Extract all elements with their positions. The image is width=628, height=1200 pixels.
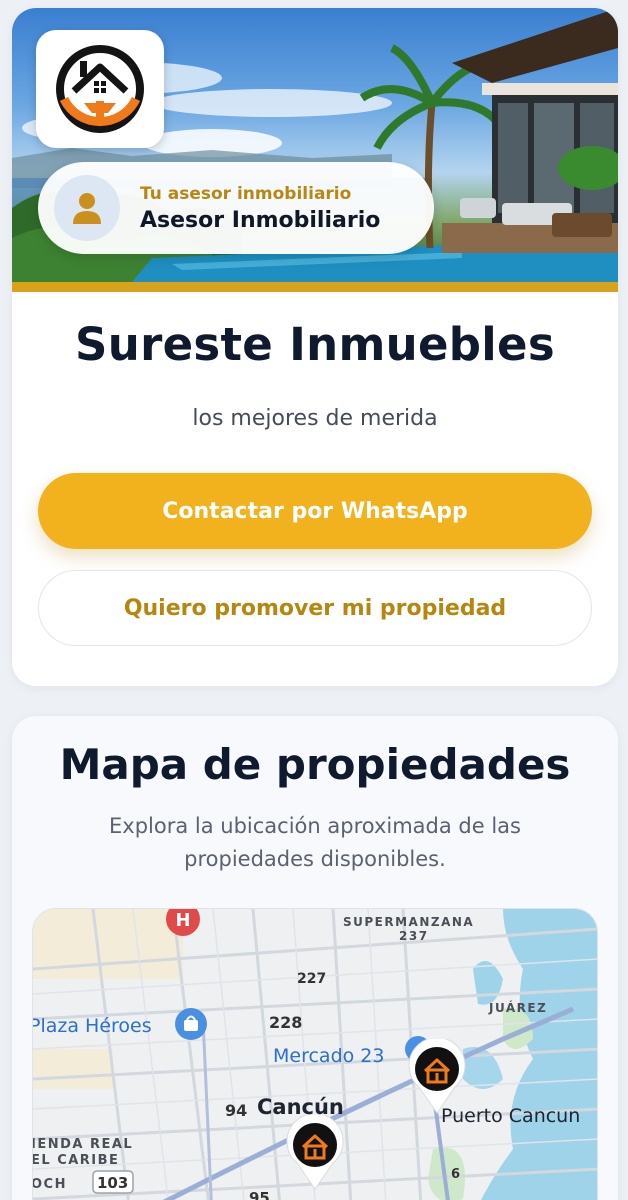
map-label-94: 94 — [225, 1101, 248, 1120]
map-section-title: Mapa de propiedades — [59, 740, 571, 789]
house-logo-icon — [56, 45, 144, 133]
property-pin[interactable] — [407, 1039, 467, 1115]
property-map[interactable]: H SUPERMANZANA 237 227 JUÁREZ Plaza Héro… — [32, 908, 598, 1200]
advisor-subtitle: Tu asesor inmobiliario — [140, 183, 352, 204]
property-pin[interactable] — [285, 1115, 345, 1191]
map-label-el-caribe: EL CARIBE — [32, 1153, 120, 1168]
map-label-supermanzana: SUPERMANZANA — [343, 915, 475, 929]
map-label-103: 103 — [97, 1174, 129, 1192]
person-icon — [73, 193, 101, 224]
map-section-description: Explora la ubicación aproximada de las p… — [109, 814, 521, 871]
map-label-sm-237: 237 — [399, 929, 429, 943]
map-label-och: OCH — [32, 1177, 67, 1192]
house-pin-icon — [408, 1039, 466, 1114]
cover-accent-stripe — [12, 282, 618, 292]
map-label-6: 6 — [451, 1167, 461, 1182]
map-label-mercado-23: Mercado 23 — [273, 1045, 385, 1067]
map-label-juarez: JUÁREZ — [489, 1001, 548, 1015]
whatsapp-contact-button[interactable]: Contactar por WhatsApp — [38, 473, 592, 549]
company-logo — [36, 30, 164, 148]
map-label-95: 95 — [249, 1189, 270, 1200]
map-label-plaza-heroes: Plaza Héroes — [32, 1015, 152, 1037]
advisor-name: Asesor Inmobiliario — [140, 207, 381, 233]
map-label-hacienda-real: IENDA REAL — [32, 1137, 134, 1152]
page-tagline: los mejores de merida — [192, 406, 438, 431]
map-label-228: 228 — [269, 1013, 303, 1032]
house-pin-icon — [286, 1115, 344, 1190]
page-title: Sureste Inmuebles — [75, 318, 555, 371]
avatar — [54, 175, 120, 241]
profile-card: Tu asesor inmobiliario Asesor Inmobiliar… — [12, 8, 618, 686]
promote-property-button[interactable]: Quiero promover mi propiedad — [38, 570, 592, 646]
hospital-marker-label: H — [175, 910, 190, 931]
map-section: Mapa de propiedades Explora la ubicación… — [12, 716, 618, 1200]
map-label-227: 227 — [297, 971, 327, 987]
advisor-badge: Tu asesor inmobiliario Asesor Inmobiliar… — [38, 162, 434, 254]
